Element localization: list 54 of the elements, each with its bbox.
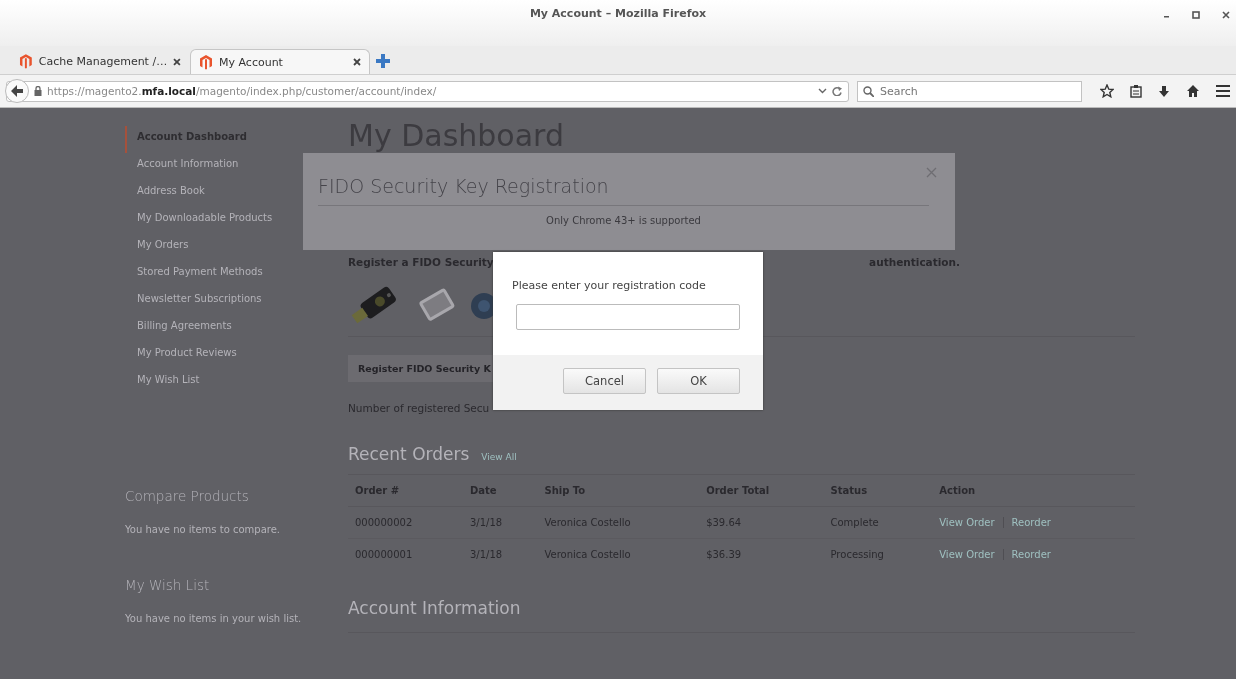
tab-label: My Account	[219, 55, 284, 69]
lock-icon	[34, 86, 42, 96]
plus-icon[interactable]	[376, 54, 390, 68]
sidebar-item[interactable]: My Product Reviews	[125, 342, 348, 369]
back-arrow-icon	[11, 85, 23, 97]
action-link[interactable]: View Order	[939, 549, 995, 560]
download-icon[interactable]	[1158, 84, 1170, 98]
address-bar[interactable]: https://magento2.mfa.local/magento/index.php/customer/account/index/	[6, 80, 849, 102]
home-icon[interactable]	[1186, 84, 1200, 98]
modal-note: Only Chrome 43+ is supported	[545, 215, 702, 226]
section-title: Account Information	[348, 598, 1135, 633]
sidebar-item[interactable]: Stored Payment Methods	[125, 261, 348, 288]
block-text: You have no items in your wish list.	[125, 613, 303, 624]
code-input-field[interactable]	[516, 304, 740, 330]
browser-tab[interactable]: My Account	[190, 49, 370, 74]
close-icon[interactable]	[1222, 11, 1230, 19]
block-title: Compare Products	[125, 488, 250, 504]
action-link[interactable]: Reorder	[1002, 517, 1051, 528]
sidebar-item[interactable]: My Wish List	[125, 369, 348, 396]
action-link[interactable]: Reorder	[1002, 549, 1051, 560]
column-header: Order #	[348, 475, 463, 507]
back-button[interactable]	[5, 79, 29, 103]
site-logo-icon	[19, 54, 33, 69]
tab-label: Cache Management /…	[38, 55, 168, 68]
close-icon[interactable]	[173, 57, 181, 66]
dialog-button[interactable]: Cancel	[563, 368, 646, 394]
sidebar-item[interactable]: Newsletter Subscriptions	[125, 288, 348, 315]
column-header: Date	[462, 475, 538, 507]
search-field[interactable]: Search	[857, 80, 1082, 102]
browser-tab[interactable]: Cache Management /…	[10, 49, 190, 74]
column-header: Order Total	[699, 475, 824, 507]
menu-icon[interactable]	[1216, 84, 1230, 98]
window-title: My Account – Mozilla Firefox	[529, 7, 707, 20]
modal-title: FIDO Security Key Registration	[318, 175, 929, 206]
close-icon[interactable]	[353, 58, 361, 66]
sidebar-item[interactable]: Billing Agreements	[125, 315, 348, 342]
view-all-link[interactable]: View All	[481, 452, 517, 462]
reload-icon[interactable]	[832, 86, 842, 96]
table-cell: Processing	[823, 538, 933, 570]
star-icon[interactable]	[1100, 84, 1114, 98]
chevron-down-icon[interactable]	[818, 88, 827, 94]
column-header: Status	[823, 475, 933, 507]
search-icon	[863, 85, 874, 97]
block-title: My Wish List	[125, 577, 211, 593]
maximize-icon[interactable]	[1192, 11, 1200, 19]
site-logo-icon	[199, 54, 213, 70]
column-header: Action	[932, 475, 1135, 507]
block-text: You have no items to compare.	[125, 524, 282, 535]
action-link[interactable]: View Order	[939, 517, 995, 528]
dialog-button[interactable]: OK	[657, 368, 740, 394]
clipboard-icon[interactable]	[1130, 84, 1142, 98]
prompt-message: Please enter your registration code	[511, 278, 707, 292]
section-title: Recent Orders	[348, 444, 470, 464]
url-text: https://magento2.mfa.local/magento/index.php/customer/account/index/	[47, 85, 438, 97]
